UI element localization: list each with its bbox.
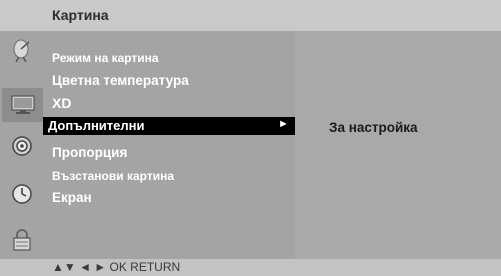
menu-header: Картина	[0, 0, 501, 31]
lock-icon[interactable]	[6, 225, 37, 255]
navigation-footer: ▲▼ ◄ ► OK RETURN	[0, 259, 501, 276]
satellite-dish-icon[interactable]	[6, 36, 37, 66]
menu-item-xd[interactable]: XD	[52, 95, 71, 111]
menu-item-advanced-label: Допълнителни	[48, 118, 145, 133]
menu-item-picture-reset[interactable]: Възстанови картина	[52, 169, 174, 183]
monitor-icon[interactable]	[2, 88, 43, 122]
clock-icon[interactable]	[6, 179, 37, 209]
menu-item-aspect-ratio[interactable]: Пропорция	[52, 145, 127, 160]
submenu-panel: За настройка	[295, 31, 501, 259]
category-sidebar	[0, 31, 43, 259]
menu-item-screen[interactable]: Екран	[52, 190, 92, 205]
menu-item-advanced[interactable]: Допълнителни ►	[43, 117, 297, 135]
picture-menu: Режим на картина Цветна температура XD Д…	[43, 31, 297, 259]
speaker-icon[interactable]	[6, 131, 37, 161]
menu-item-color-temperature[interactable]: Цветна температура	[52, 73, 189, 88]
menu-title: Картина	[52, 7, 109, 23]
submenu-arrow-icon: ►	[278, 118, 289, 130]
submenu-option-setup[interactable]: За настройка	[329, 120, 418, 135]
navigation-hint: ▲▼ ◄ ► OK RETURN	[52, 260, 181, 274]
menu-item-picture-mode[interactable]: Режим на картина	[52, 51, 159, 65]
